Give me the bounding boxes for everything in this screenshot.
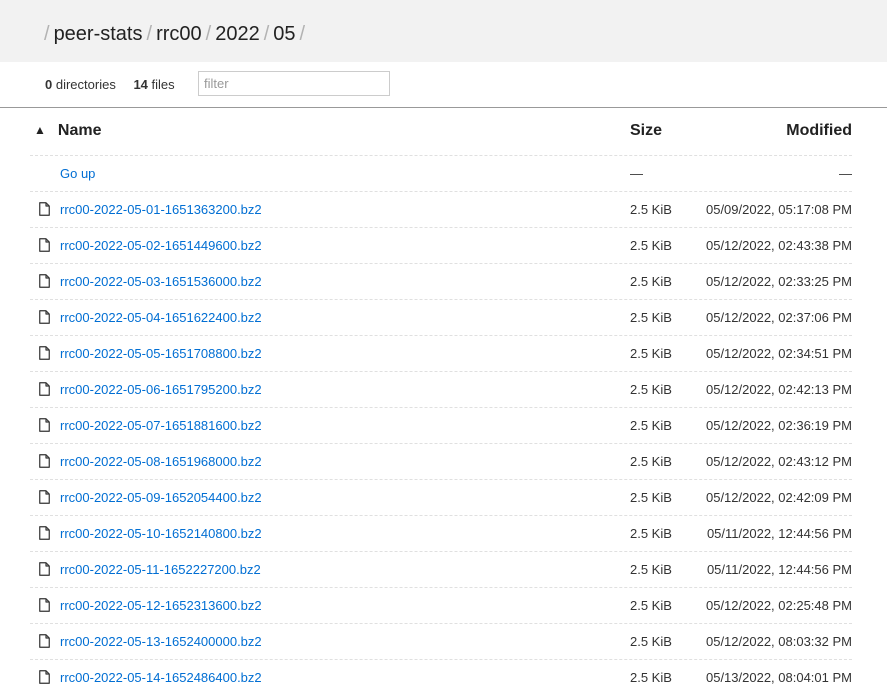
- file-size: 2.5 KiB: [630, 670, 672, 685]
- breadcrumb-separator: /: [263, 23, 270, 45]
- file-icon: [39, 202, 50, 216]
- file-icon: [39, 418, 50, 432]
- file-size: 2.5 KiB: [630, 454, 672, 469]
- directories-count: 0: [45, 77, 53, 92]
- file-icon: [39, 490, 50, 504]
- file-icon: [39, 526, 50, 540]
- file-name-link[interactable]: rrc00-2022-05-13-1652400000.bz2: [60, 634, 262, 650]
- file-size: 2.5 KiB: [630, 634, 672, 649]
- go-up-row[interactable]: Go up — —: [30, 155, 852, 192]
- file-size: 2.5 KiB: [630, 274, 672, 289]
- table-row[interactable]: rrc00-2022-05-01-1651363200.bz2 2.5 KiB 05…: [30, 191, 852, 228]
- file-name-link[interactable]: rrc00-2022-05-07-1651881600.bz2: [60, 418, 262, 434]
- file-name-link[interactable]: rrc00-2022-05-12-1652313600.bz2: [60, 598, 262, 614]
- file-icon: [39, 562, 50, 576]
- file-name-link[interactable]: rrc00-2022-05-04-1651622400.bz2: [60, 310, 262, 326]
- file-modified: 05/12/2022, 02:36:19 PM: [705, 418, 852, 433]
- sort-ascending-icon: ▲: [34, 123, 46, 137]
- file-icon: [39, 310, 50, 324]
- breadcrumb-item-2022[interactable]: 2022: [215, 23, 260, 45]
- files-count: 14: [133, 77, 148, 92]
- column-header-name-label: Name: [57, 122, 102, 139]
- file-icon: [39, 670, 50, 684]
- header-divider: [0, 107, 887, 108]
- file-modified: 05/12/2022, 02:34:51 PM: [705, 346, 852, 361]
- file-modified: 05/12/2022, 02:42:09 PM: [705, 490, 852, 505]
- column-header-modified[interactable]: Modified: [786, 121, 852, 141]
- breadcrumb-separator: /: [299, 23, 306, 45]
- file-icon: [39, 634, 50, 648]
- file-name-link[interactable]: rrc00-2022-05-14-1652486400.bz2: [60, 670, 262, 686]
- table-row[interactable]: rrc00-2022-05-10-1652140800.bz2 2.5 KiB 05…: [30, 515, 852, 552]
- files-label: files: [151, 77, 175, 92]
- file-size: 2.5 KiB: [630, 562, 672, 577]
- file-name-link[interactable]: rrc00-2022-05-02-1651449600.bz2: [60, 238, 262, 254]
- table-row[interactable]: rrc00-2022-05-14-1652486400.bz2 2.5 KiB 05…: [30, 659, 852, 696]
- file-size: 2.5 KiB: [630, 418, 672, 433]
- breadcrumb-root-separator[interactable]: /: [44, 23, 50, 45]
- filter-input[interactable]: [198, 71, 390, 96]
- breadcrumb-separator: /: [146, 23, 153, 45]
- table-row[interactable]: rrc00-2022-05-11-1652227200.bz2 2.5 KiB 05…: [30, 551, 852, 588]
- file-name-link[interactable]: rrc00-2022-05-11-1652227200.bz2: [60, 562, 261, 578]
- table-row[interactable]: rrc00-2022-05-02-1651449600.bz2 2.5 KiB 05…: [30, 227, 852, 264]
- column-header-name[interactable]: ▲ Name: [34, 121, 101, 141]
- file-modified: 05/12/2022, 02:43:38 PM: [705, 238, 852, 253]
- table-row[interactable]: rrc00-2022-05-08-1651968000.bz2 2.5 KiB 05…: [30, 443, 852, 480]
- table-row[interactable]: rrc00-2022-05-06-1651795200.bz2 2.5 KiB 05…: [30, 371, 852, 408]
- table-row[interactable]: rrc00-2022-05-12-1652313600.bz2 2.5 KiB 05…: [30, 587, 852, 624]
- file-size: 2.5 KiB: [630, 310, 672, 325]
- file-modified: 05/13/2022, 08:04:01 PM: [705, 670, 852, 685]
- file-modified: 05/12/2022, 02:33:25 PM: [705, 274, 852, 289]
- file-name-link[interactable]: rrc00-2022-05-10-1652140800.bz2: [60, 526, 262, 542]
- file-icon: [39, 346, 50, 360]
- file-icon: [39, 274, 50, 288]
- file-icon: [39, 454, 50, 468]
- file-name-link[interactable]: rrc00-2022-05-09-1652054400.bz2: [60, 490, 262, 506]
- file-size: 2.5 KiB: [630, 346, 672, 361]
- file-size: 2.5 KiB: [630, 490, 672, 505]
- file-icon: [39, 238, 50, 252]
- file-modified: 05/12/2022, 08:03:32 PM: [705, 634, 852, 649]
- table-row[interactable]: rrc00-2022-05-05-1651708800.bz2 2.5 KiB 05…: [30, 335, 852, 372]
- page-header: / peer-stats / rrc00/2022/05/: [0, 0, 887, 62]
- breadcrumb: / peer-stats / rrc00/2022/05/: [44, 22, 309, 46]
- file-name-link[interactable]: rrc00-2022-05-01-1651363200.bz2: [60, 202, 262, 218]
- file-size: 2.5 KiB: [630, 238, 672, 253]
- file-icon: [39, 382, 50, 396]
- file-name-link[interactable]: rrc00-2022-05-05-1651708800.bz2: [60, 346, 262, 362]
- table-row[interactable]: rrc00-2022-05-09-1652054400.bz2 2.5 KiB 05…: [30, 479, 852, 516]
- file-modified: 05/12/2022, 02:43:12 PM: [705, 454, 852, 469]
- table-row[interactable]: rrc00-2022-05-07-1651881600.bz2 2.5 KiB 05…: [30, 407, 852, 444]
- breadcrumb-item-rrc00[interactable]: rrc00: [156, 23, 202, 45]
- file-modified: 05/11/2022, 12:44:56 PM: [706, 562, 852, 577]
- breadcrumb-item-peer-stats[interactable]: peer-stats: [54, 23, 143, 45]
- file-modified: 05/12/2022, 02:25:48 PM: [705, 598, 852, 613]
- file-modified: 05/11/2022, 12:44:56 PM: [706, 526, 852, 541]
- file-size: 2.5 KiB: [630, 526, 672, 541]
- breadcrumb-separator: /: [205, 23, 212, 45]
- file-name-link[interactable]: rrc00-2022-05-06-1651795200.bz2: [60, 382, 262, 398]
- listing-summary: 0 directories 14 files: [45, 77, 175, 93]
- table-row[interactable]: rrc00-2022-05-04-1651622400.bz2 2.5 KiB 05…: [30, 299, 852, 336]
- file-name-link[interactable]: rrc00-2022-05-03-1651536000.bz2: [60, 274, 262, 290]
- file-modified: 05/09/2022, 05:17:08 PM: [705, 202, 852, 217]
- directories-label: directories: [55, 77, 116, 92]
- file-modified: 05/12/2022, 02:42:13 PM: [705, 382, 852, 397]
- file-size: 2.5 KiB: [630, 382, 672, 397]
- file-modified: 05/12/2022, 02:37:06 PM: [705, 310, 852, 325]
- file-size: 2.5 KiB: [630, 598, 672, 613]
- table-row[interactable]: rrc00-2022-05-13-1652400000.bz2 2.5 KiB 05…: [30, 623, 852, 660]
- file-size: 2.5 KiB: [630, 202, 672, 217]
- file-name-link[interactable]: rrc00-2022-05-08-1651968000.bz2: [60, 454, 262, 470]
- breadcrumb-item-05[interactable]: 05: [273, 23, 295, 45]
- file-icon: [39, 598, 50, 612]
- go-up-link[interactable]: Go up: [60, 166, 95, 182]
- table-row[interactable]: rrc00-2022-05-03-1651536000.bz2 2.5 KiB 05…: [30, 263, 852, 300]
- go-up-size: —: [630, 166, 643, 181]
- go-up-modified: —: [839, 166, 852, 181]
- column-header-size[interactable]: Size: [630, 121, 662, 141]
